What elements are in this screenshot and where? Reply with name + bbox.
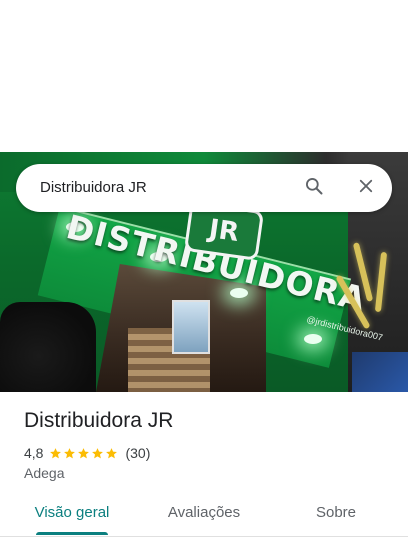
star-icon: [50, 447, 62, 458]
motorcycle: [0, 302, 96, 392]
search-input[interactable]: Distribuidora JR: [40, 164, 147, 212]
place-category: Adega: [24, 465, 65, 481]
tab-overview[interactable]: Visão geral: [24, 494, 120, 532]
review-count[interactable]: (30): [125, 445, 150, 461]
place-title: Distribuidora JR: [24, 409, 174, 432]
tab-reviews[interactable]: Avaliações: [152, 494, 256, 532]
search-icon: [304, 176, 324, 201]
store-awning: [352, 352, 408, 392]
place-tabs: Visão geral Avaliações Sobre: [0, 494, 408, 536]
search-button[interactable]: [300, 174, 328, 202]
close-icon: [357, 177, 375, 200]
rating-row: 4,8 (30): [24, 444, 150, 462]
star-icon: [78, 447, 90, 458]
star-icon: [106, 447, 118, 458]
tab-about[interactable]: Sobre: [296, 494, 376, 532]
clear-search-button[interactable]: [352, 174, 380, 202]
store-fridge: [172, 300, 210, 354]
rating-value: 4,8: [24, 445, 44, 461]
search-bar[interactable]: Distribuidora JR: [16, 164, 392, 212]
blank-top-area: [0, 0, 408, 152]
tabs-divider: [0, 536, 408, 537]
active-tab-indicator: [36, 532, 108, 535]
star-icon: [64, 447, 76, 458]
rating-stars: [49, 447, 119, 460]
sign-light: [304, 334, 322, 344]
star-icon: [92, 447, 104, 458]
